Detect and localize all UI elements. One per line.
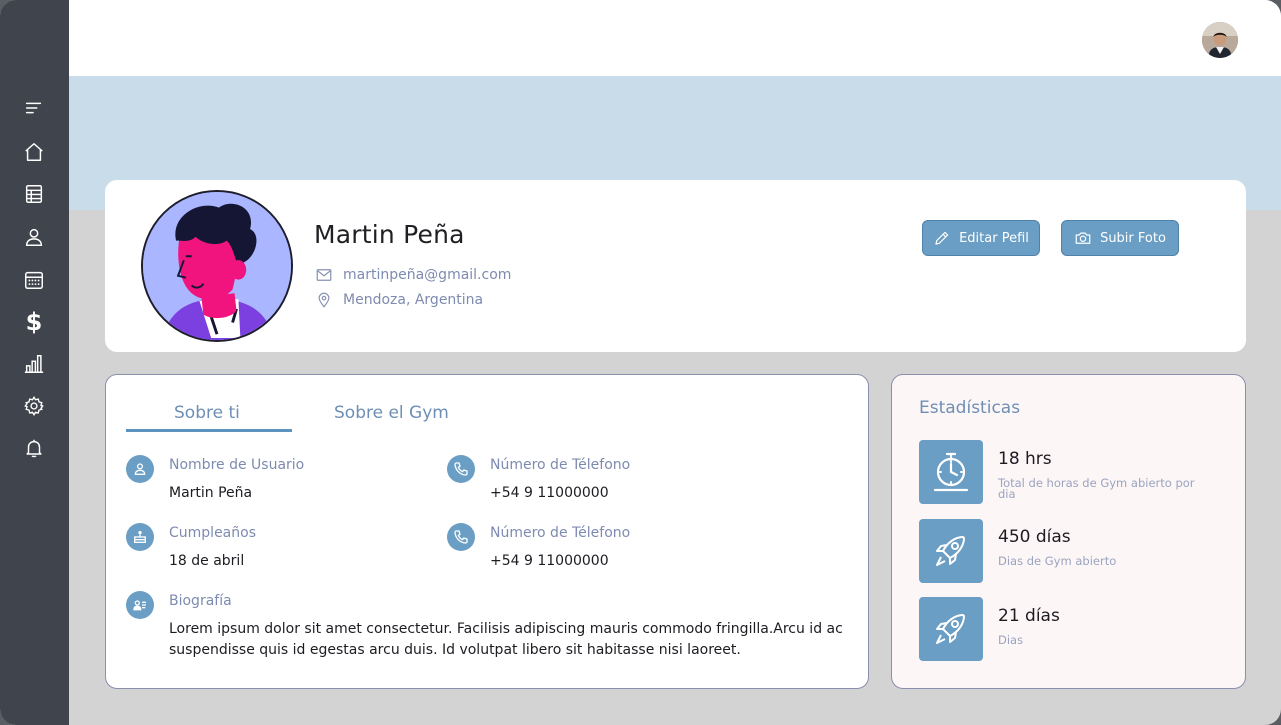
birthday-label: Cumpleaños bbox=[169, 525, 256, 541]
phone-label-2: Número de Télefono bbox=[490, 525, 631, 541]
profile-card: Martin Peña martinpeña@gmail.com Mendoza… bbox=[105, 180, 1246, 352]
stats-card: Estadísticas 18 hrs Total de horas de Gy… bbox=[891, 374, 1246, 689]
mail-icon bbox=[316, 269, 332, 281]
dollar-icon[interactable]: $ bbox=[18, 306, 50, 338]
pencil-icon bbox=[935, 231, 949, 245]
menu-icon[interactable] bbox=[18, 92, 50, 124]
phone-icon bbox=[447, 523, 475, 551]
tab-about-gym[interactable]: Sobre el Gym bbox=[334, 403, 449, 423]
phone-value-2: +54 9 11000000 bbox=[490, 553, 609, 569]
bar-chart-icon[interactable] bbox=[18, 348, 50, 380]
rocket-icon bbox=[919, 597, 983, 661]
email-row: martinpeña@gmail.com bbox=[315, 266, 511, 284]
rocket-icon bbox=[919, 519, 983, 583]
stat-desc-hours: Total de horas de Gym abierto por dia bbox=[998, 476, 1195, 501]
profile-name: Martin Peña bbox=[314, 220, 465, 249]
stat-value-hours: 18 hrs bbox=[998, 449, 1052, 469]
phone-label: Número de Télefono bbox=[490, 457, 631, 473]
stopwatch-icon bbox=[919, 440, 983, 504]
sidebar: $ bbox=[0, 0, 69, 725]
tab-about-you[interactable]: Sobre ti bbox=[174, 403, 240, 423]
stat-desc-days-open: Dias de Gym abierto bbox=[998, 554, 1117, 568]
active-tab-indicator bbox=[126, 429, 292, 432]
table-icon[interactable] bbox=[18, 178, 50, 210]
home-icon[interactable] bbox=[18, 136, 50, 168]
edit-profile-button[interactable]: Editar Pefil bbox=[922, 220, 1040, 256]
profile-email[interactable]: martinpeña@gmail.com bbox=[343, 267, 511, 283]
top-bar bbox=[69, 0, 1281, 76]
birthday-value: 18 de abril bbox=[169, 553, 245, 569]
user-avatar[interactable] bbox=[1202, 22, 1238, 58]
username-value: Martin Peña bbox=[169, 485, 253, 501]
bell-icon[interactable] bbox=[18, 432, 50, 464]
settings-icon[interactable] bbox=[18, 390, 50, 422]
stat-desc-days: Dias bbox=[998, 633, 1024, 647]
bio-text: Lorem ipsum dolor sit amet consectetur. … bbox=[169, 621, 843, 658]
id-card-icon bbox=[126, 591, 154, 619]
stats-title: Estadísticas bbox=[919, 398, 1021, 418]
profile-avatar bbox=[141, 190, 293, 342]
phone-value: +54 9 11000000 bbox=[490, 485, 609, 501]
location-pin-icon bbox=[318, 292, 330, 308]
stat-value-days-open: 450 días bbox=[998, 527, 1071, 547]
upload-photo-button[interactable]: Subir Foto bbox=[1061, 220, 1179, 256]
stat-value-days: 21 días bbox=[998, 606, 1060, 626]
user-icon[interactable] bbox=[18, 221, 50, 253]
cake-icon bbox=[126, 523, 154, 551]
bio-label: Biografía bbox=[169, 593, 232, 609]
calendar-icon[interactable] bbox=[18, 264, 50, 296]
location-row: Mendoza, Argentina bbox=[315, 291, 483, 309]
app-frame: $ Martin Peña martinpeña@gmail.com Mendo… bbox=[0, 0, 1281, 725]
about-card: Sobre ti Sobre el Gym Nombre de Usuario … bbox=[105, 374, 869, 689]
profile-location: Mendoza, Argentina bbox=[343, 292, 484, 308]
user-circle-icon bbox=[126, 455, 154, 483]
camera-icon bbox=[1075, 232, 1091, 244]
phone-icon bbox=[447, 455, 475, 483]
username-label: Nombre de Usuario bbox=[169, 457, 305, 473]
